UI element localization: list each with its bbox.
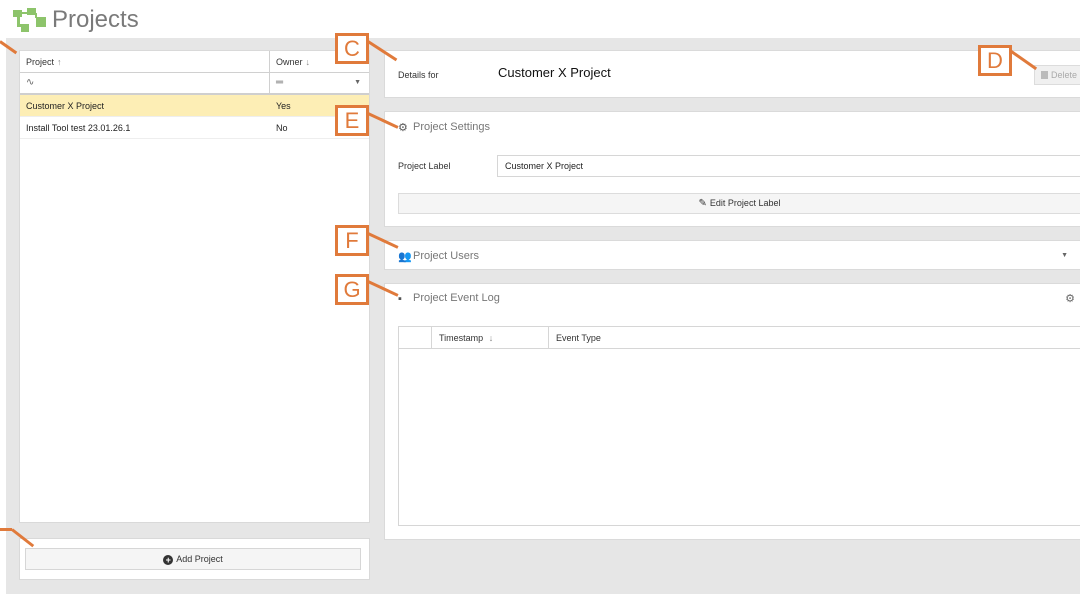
contains-filter-icon: ∿ bbox=[26, 77, 35, 88]
users-icon: 👥 bbox=[398, 251, 412, 263]
column-label: Event Type bbox=[556, 333, 601, 343]
details-project-name: Customer X Project bbox=[498, 65, 611, 80]
column-header-event-type[interactable]: Event Type bbox=[549, 327, 849, 349]
gear-icon: ⚙ bbox=[398, 122, 408, 134]
section-title: Project Event Log bbox=[413, 292, 500, 304]
sort-descending-icon: ↓ bbox=[488, 333, 494, 343]
delete-label: Delete bbox=[1051, 70, 1078, 80]
sort-ascending-icon: ↑ bbox=[57, 57, 62, 67]
note-icon: ▪ bbox=[398, 293, 402, 305]
callout-c: C bbox=[335, 33, 369, 64]
project-cell: Customer X Project bbox=[26, 101, 105, 111]
chevron-down-icon[interactable]: ▼ bbox=[1061, 252, 1068, 259]
page-title: Projects bbox=[52, 6, 139, 33]
details-panel: Details for Customer X Project Delete bbox=[384, 50, 1080, 98]
project-event-log-panel: ▪ Project Event Log ⚙ Timestamp ↓ Event T… bbox=[384, 283, 1080, 540]
callout-e: E bbox=[335, 105, 369, 136]
column-header-timestamp[interactable]: Timestamp ↓ bbox=[432, 327, 549, 349]
edit-icon: ✎ bbox=[698, 198, 707, 209]
table-row[interactable]: Install Tool test 23.01.26.1 No bbox=[20, 117, 369, 139]
project-filter-input[interactable]: ∿ bbox=[20, 73, 270, 93]
add-project-label: Add Project bbox=[176, 554, 223, 564]
sort-descending-icon: ↓ bbox=[305, 57, 311, 67]
project-label-caption: Project Label bbox=[398, 161, 451, 171]
table-row[interactable]: Customer X Project Yes bbox=[20, 95, 369, 117]
project-grid: Project ↑ Owner ↓ ∿ ═ ▼ Customer X Project… bbox=[19, 50, 370, 523]
column-label: Timestamp bbox=[439, 333, 484, 343]
edit-project-label-button[interactable]: ✎ Edit Project Label bbox=[398, 193, 1080, 214]
owner-cell: No bbox=[276, 123, 288, 133]
app-header: Projects bbox=[0, 0, 1080, 38]
project-event-log-header[interactable]: ▪ Project Event Log bbox=[398, 292, 500, 305]
plus-circle-icon: + bbox=[163, 555, 174, 565]
project-label-field[interactable]: Customer X Project bbox=[497, 155, 1080, 177]
gear-icon[interactable]: ⚙ bbox=[1065, 292, 1075, 305]
add-project-panel: + Add Project bbox=[19, 538, 370, 580]
column-label: Project bbox=[26, 57, 55, 67]
equals-filter-icon: ═ bbox=[276, 77, 284, 88]
dropdown-arrow-icon[interactable]: ▼ bbox=[354, 73, 361, 93]
delete-button[interactable]: Delete bbox=[1034, 65, 1080, 85]
section-title: Project Settings bbox=[413, 121, 491, 133]
column-header-project[interactable]: Project ↑ bbox=[20, 51, 270, 73]
grid-header: Project ↑ Owner ↓ bbox=[20, 51, 369, 73]
grid-rows: Customer X Project Yes Install Tool test… bbox=[20, 95, 369, 139]
project-users-panel[interactable]: 👥Project Users ▼ bbox=[384, 240, 1080, 270]
column-label: Owner bbox=[276, 57, 303, 67]
filter-row: ∿ ═ ▼ bbox=[20, 73, 369, 95]
column-header-select[interactable] bbox=[399, 327, 432, 349]
project-cell: Install Tool test 23.01.26.1 bbox=[26, 123, 131, 133]
project-settings-panel: ⚙ Project Settings Project Label Customer… bbox=[384, 111, 1080, 227]
project-tree-icon bbox=[13, 8, 46, 32]
owner-cell: Yes bbox=[276, 101, 291, 111]
callout-f: F bbox=[335, 225, 369, 256]
details-label: Details for bbox=[398, 70, 439, 80]
add-project-button[interactable]: + Add Project bbox=[25, 548, 361, 570]
section-title: Project Users bbox=[413, 250, 480, 262]
project-settings-header[interactable]: ⚙ Project Settings bbox=[398, 121, 491, 134]
callout-g: G bbox=[335, 274, 369, 305]
event-log-header: Timestamp ↓ Event Type bbox=[399, 327, 1080, 349]
edit-button-label: Edit Project Label bbox=[709, 198, 781, 208]
callout-d: D bbox=[978, 45, 1012, 76]
owner-filter-select[interactable]: ═ ▼ bbox=[270, 73, 369, 93]
trash-icon bbox=[1041, 71, 1048, 79]
event-log-grid: Timestamp ↓ Event Type bbox=[398, 326, 1080, 526]
project-users-header[interactable]: 👥Project Users bbox=[398, 250, 480, 263]
